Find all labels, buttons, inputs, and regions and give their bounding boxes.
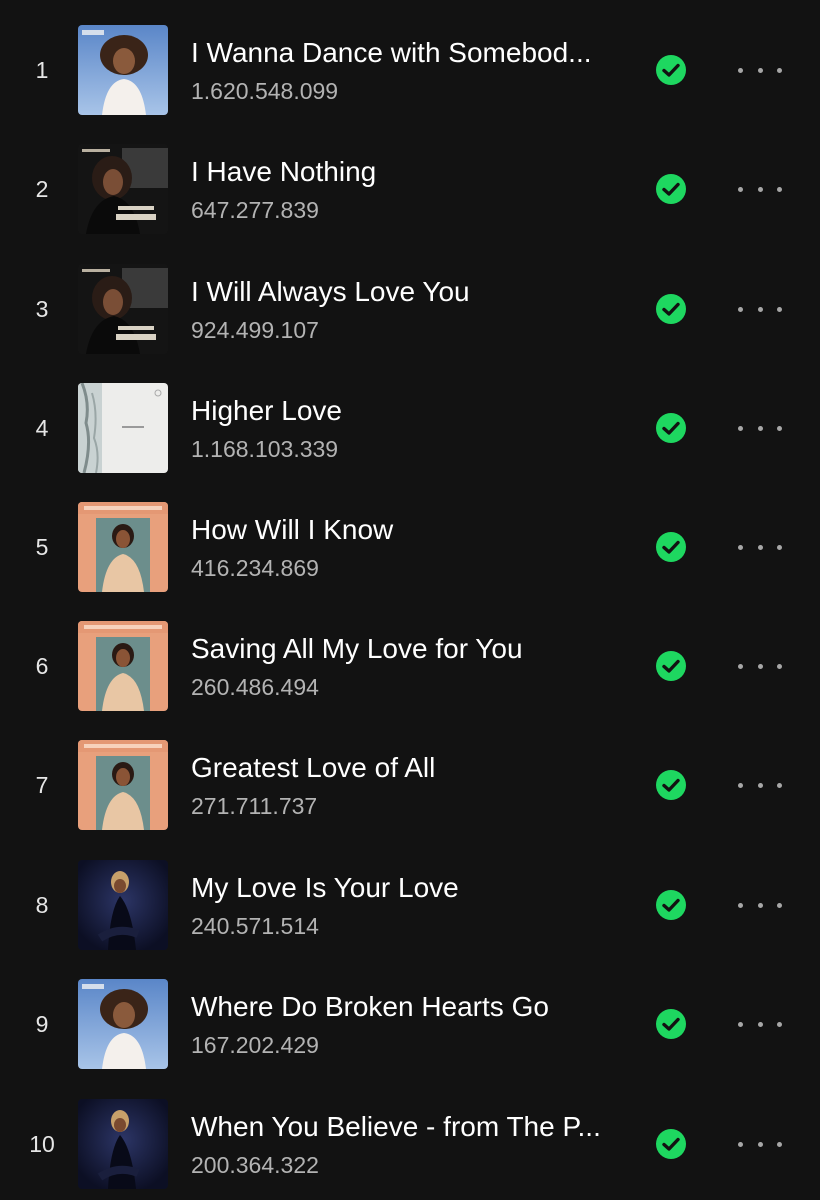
play-count: 647.277.839 — [191, 196, 319, 223]
track-list: 1 I Wanna Dance with Somebod... 1.620.54… — [0, 0, 820, 1200]
track-meta: Saving All My Love for You 260.486.494 — [191, 632, 631, 701]
album-cover[interactable] — [78, 144, 168, 234]
album-cover[interactable] — [78, 25, 168, 115]
track-title[interactable]: I Wanna Dance with Somebod... — [191, 36, 631, 70]
track-rank: 2 — [35, 175, 49, 202]
check-circle-icon[interactable] — [655, 173, 687, 205]
more-options-icon[interactable] — [738, 1009, 782, 1039]
more-options-icon[interactable] — [738, 770, 782, 800]
track-title[interactable]: Where Do Broken Hearts Go — [191, 990, 631, 1024]
track-meta: Greatest Love of All 271.711.737 — [191, 751, 631, 820]
play-count: 924.499.107 — [191, 316, 319, 343]
album-cover[interactable] — [78, 860, 168, 950]
check-circle-icon[interactable] — [655, 54, 687, 86]
track-title[interactable]: Saving All My Love for You — [191, 632, 631, 666]
track-row[interactable]: 6 Saving All My Love for You 260.486.494 — [0, 618, 820, 714]
track-meta: I Will Always Love You 924.499.107 — [191, 275, 631, 344]
track-row[interactable]: 8 My Love Is Your Love 240.571.514 — [0, 857, 820, 953]
album-cover[interactable] — [78, 621, 168, 711]
play-count: 416.234.869 — [191, 554, 319, 581]
track-title[interactable]: Greatest Love of All — [191, 751, 631, 785]
track-row[interactable]: 5 How Will I Know 416.234.869 — [0, 499, 820, 595]
track-row[interactable]: 4 Higher Love 1.168.103.339 — [0, 380, 820, 476]
track-title[interactable]: My Love Is Your Love — [191, 871, 631, 905]
check-circle-icon[interactable] — [655, 531, 687, 563]
album-cover[interactable] — [78, 1099, 168, 1189]
check-circle-icon[interactable] — [655, 1128, 687, 1160]
track-row[interactable]: 1 I Wanna Dance with Somebod... 1.620.54… — [0, 22, 820, 118]
check-circle-icon[interactable] — [655, 889, 687, 921]
check-circle-icon[interactable] — [655, 769, 687, 801]
track-rank: 4 — [35, 414, 49, 441]
play-count: 240.571.514 — [191, 912, 319, 939]
more-options-icon[interactable] — [738, 890, 782, 920]
play-count: 271.711.737 — [191, 792, 318, 819]
album-cover[interactable] — [78, 979, 168, 1069]
track-title[interactable]: How Will I Know — [191, 513, 631, 547]
more-options-icon[interactable] — [738, 1129, 782, 1159]
track-meta: My Love Is Your Love 240.571.514 — [191, 871, 631, 940]
more-options-icon[interactable] — [738, 174, 782, 204]
check-circle-icon[interactable] — [655, 650, 687, 682]
track-rank: 9 — [35, 1010, 49, 1037]
track-meta: I Have Nothing 647.277.839 — [191, 155, 631, 224]
check-circle-icon[interactable] — [655, 1008, 687, 1040]
check-circle-icon[interactable] — [655, 412, 687, 444]
more-options-icon[interactable] — [738, 294, 782, 324]
track-row[interactable]: 2 I Have Nothing 647.277.839 — [0, 141, 820, 237]
more-options-icon[interactable] — [738, 413, 782, 443]
play-count: 1.168.103.339 — [191, 435, 339, 462]
track-title[interactable]: I Have Nothing — [191, 155, 631, 189]
track-rank: 5 — [35, 533, 49, 560]
play-count: 167.202.429 — [191, 1031, 319, 1058]
track-row[interactable]: 7 Greatest Love of All 271.711.737 — [0, 737, 820, 833]
track-row[interactable]: 3 I Will Always Love You 924.499.107 — [0, 261, 820, 357]
album-cover[interactable] — [78, 502, 168, 592]
track-title[interactable]: Higher Love — [191, 394, 631, 428]
track-rank: 6 — [35, 652, 49, 679]
track-row[interactable]: 10 When You Believe - from The P... 200.… — [0, 1096, 820, 1192]
track-title[interactable]: I Will Always Love You — [191, 275, 631, 309]
track-rank: 10 — [29, 1130, 55, 1157]
track-title[interactable]: When You Believe - from The P... — [191, 1110, 631, 1144]
track-rank: 1 — [35, 56, 49, 83]
album-cover[interactable] — [78, 740, 168, 830]
track-meta: How Will I Know 416.234.869 — [191, 513, 631, 582]
play-count: 200.364.322 — [191, 1151, 319, 1178]
more-options-icon[interactable] — [738, 55, 782, 85]
track-meta: When You Believe - from The P... 200.364… — [191, 1110, 631, 1179]
play-count: 1.620.548.099 — [191, 77, 339, 104]
track-rank: 8 — [35, 891, 49, 918]
more-options-icon[interactable] — [738, 651, 782, 681]
track-meta: Higher Love 1.168.103.339 — [191, 394, 631, 463]
track-row[interactable]: 9 Where Do Broken Hearts Go 167.202.429 — [0, 976, 820, 1072]
play-count: 260.486.494 — [191, 673, 319, 700]
track-rank: 7 — [35, 771, 49, 798]
check-circle-icon[interactable] — [655, 293, 687, 325]
album-cover[interactable] — [78, 264, 168, 354]
track-rank: 3 — [35, 295, 49, 322]
more-options-icon[interactable] — [738, 532, 782, 562]
track-meta: I Wanna Dance with Somebod... 1.620.548.… — [191, 36, 631, 105]
track-meta: Where Do Broken Hearts Go 167.202.429 — [191, 990, 631, 1059]
album-cover[interactable] — [78, 383, 168, 473]
